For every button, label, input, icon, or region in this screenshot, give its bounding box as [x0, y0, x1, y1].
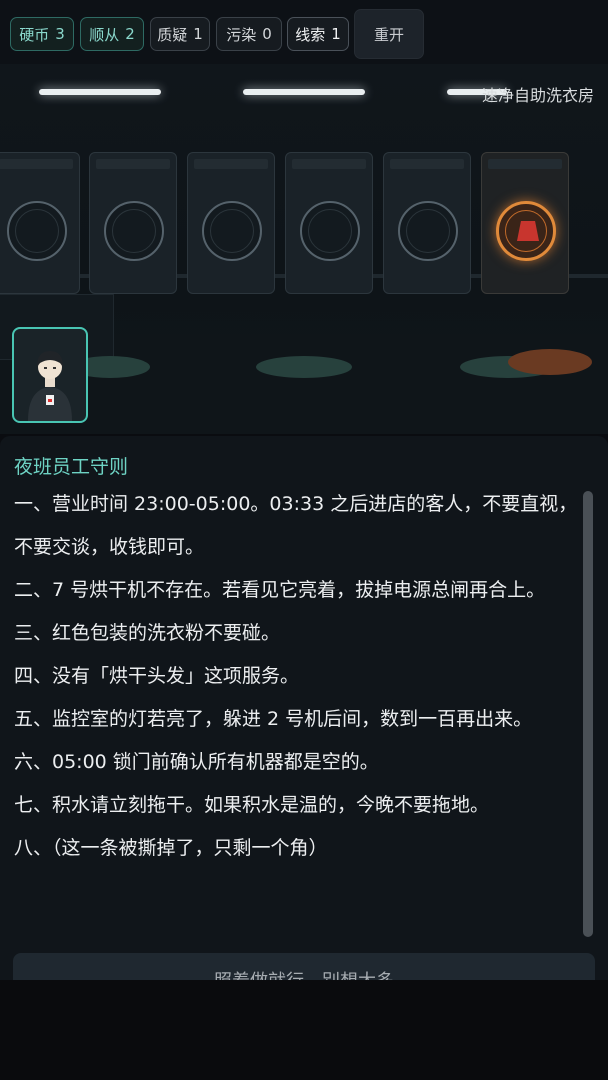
laundromat-scene: 速净自助洗衣房 — [0, 64, 608, 434]
rule-item: 七、积水请立刻拖干。如果积水是温的，今晚不要拖地。 — [14, 794, 490, 816]
machine-door-icon — [202, 201, 262, 261]
stat-label: 线索 — [295, 25, 326, 44]
glowing-door-icon — [496, 201, 556, 261]
detergent-slot — [96, 159, 170, 169]
rule-item: 六、05:00 锁门前确认所有机器都是空的。 — [14, 751, 379, 773]
rule-item: 八、（这一条被撕掉了，只剩一个角） — [14, 837, 328, 859]
water-puddle[interactable] — [256, 356, 352, 378]
detergent-slot — [0, 159, 73, 169]
washing-machine[interactable] — [285, 152, 373, 294]
washing-machine[interactable] — [187, 152, 275, 294]
glowing-dryer[interactable] — [481, 152, 569, 294]
stat-coins: 硬币 3 — [10, 17, 74, 51]
detergent-slot — [194, 159, 268, 169]
stat-label: 硬币 — [19, 25, 50, 44]
status-bar: 硬币 3 顺从 2 质疑 1 污染 0 线索 1 重开 — [0, 0, 608, 64]
stat-label: 污染 — [226, 25, 257, 44]
bottom-area — [0, 980, 608, 1080]
warm-puddle[interactable] — [508, 349, 592, 375]
rule-item: 四、没有「烘干头发」这项服务。 — [14, 665, 300, 687]
washing-machine[interactable] — [383, 152, 471, 294]
scrollbar[interactable] — [583, 491, 593, 937]
rule-item: 五、监控室的灯若亮了，躲进 2 号机后间，数到一百再出来。 — [14, 708, 533, 730]
stat-value: 1 — [193, 25, 203, 43]
shop-sign: 速净自助洗衣房 — [481, 86, 594, 105]
confirm-button[interactable]: 照着做就行，别想太多 — [13, 953, 595, 980]
stat-value: 0 — [262, 25, 272, 43]
stat-obedience: 顺从 2 — [80, 17, 144, 51]
rules-title: 夜班员工守则 — [14, 456, 129, 478]
washing-machine[interactable] — [89, 152, 177, 294]
red-detergent-icon — [517, 221, 539, 241]
detergent-slot — [390, 159, 464, 169]
rule-item: 一、营业时间 23:00-05:00。03:33 之后进店的客人，不要直视，不要… — [14, 493, 578, 558]
stat-value: 3 — [55, 25, 65, 43]
rules-panel: 夜班员工守则 一、营业时间 23:00-05:00。03:33 之后进店的客人，… — [0, 436, 608, 980]
ceiling-lamp — [243, 89, 365, 95]
stat-doubt: 质疑 1 — [150, 17, 210, 51]
restart-button[interactable]: 重开 — [354, 9, 424, 59]
stat-label: 质疑 — [157, 25, 188, 44]
machine-door-icon — [104, 201, 164, 261]
stat-value: 1 — [331, 25, 341, 43]
rule-item: 二、7 号烘干机不存在。若看见它亮着，拔掉电源总闸再合上。 — [14, 579, 546, 601]
ceiling-lamp — [39, 89, 161, 95]
detergent-slot — [292, 159, 366, 169]
rules-list[interactable]: 一、营业时间 23:00-05:00。03:33 之后进店的客人，不要直视，不要… — [14, 483, 584, 870]
stat-value: 2 — [125, 25, 135, 43]
stat-pollution: 污染 0 — [216, 17, 282, 51]
machine-door-icon — [7, 201, 67, 261]
night-clerk-icon — [28, 351, 72, 421]
detergent-slot — [488, 159, 562, 169]
player-avatar — [12, 327, 88, 423]
machine-door-icon — [398, 201, 458, 261]
stat-clues: 线索 1 — [287, 17, 349, 51]
stat-label: 顺从 — [89, 25, 120, 44]
rule-item: 三、红色包装的洗衣粉不要碰。 — [14, 622, 281, 644]
machine-door-icon — [300, 201, 360, 261]
washing-machine[interactable] — [0, 152, 80, 294]
